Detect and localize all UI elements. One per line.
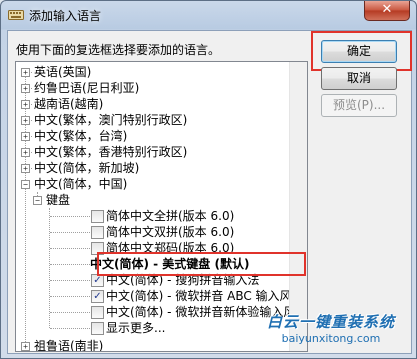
tree-item-language[interactable]: + 英语(英国) xyxy=(16,64,286,80)
expand-icon[interactable]: + xyxy=(21,100,30,109)
tree-item-language[interactable]: + 越南语(越南) xyxy=(16,96,286,112)
expand-icon[interactable]: + xyxy=(21,132,30,141)
expand-icon[interactable]: + xyxy=(21,342,30,351)
tree-item-language[interactable]: + 祖鲁语(南非) xyxy=(16,338,286,352)
checkmark-icon: ✓ xyxy=(93,275,102,286)
keyboard-app-icon xyxy=(8,10,24,20)
expand-icon[interactable]: + xyxy=(21,148,30,157)
dialog-client-area: 使用下面的复选框选择要添加的语言。 + 英语(英国) + 约鲁巴语(尼日利亚) + 越南语… xyxy=(7,30,412,354)
expand-icon[interactable]: + xyxy=(21,164,30,173)
keyboard-item[interactable]: 简体中文全拼(版本 6.0) xyxy=(16,208,291,224)
window-title: 添加输入语言 xyxy=(29,9,102,23)
show-more-checkbox[interactable] xyxy=(91,322,104,335)
tree-item-language[interactable]: + 中文(繁体，香港特别行政区) xyxy=(16,144,286,160)
language-label: 中文(简体，中国) xyxy=(34,177,128,191)
keyboard-checkbox[interactable] xyxy=(91,226,104,239)
vertical-scrollbar[interactable] xyxy=(289,62,307,351)
tree-guide-line xyxy=(50,296,90,297)
keyboard-label: 简体中文双拼(版本 6.0) xyxy=(106,225,235,239)
tree-item-language[interactable]: + 约鲁巴语(尼日利亚) xyxy=(16,80,286,96)
keyboard-item[interactable]: 简体中文双拼(版本 6.0) xyxy=(16,224,291,240)
tree-item-language[interactable]: + 中文(繁体，澳门特别行政区) xyxy=(16,112,286,128)
close-button[interactable]: ✕ xyxy=(364,1,410,21)
watermark-url: baiyunxitong.com xyxy=(281,332,381,345)
language-label: 祖鲁语(南非) xyxy=(34,339,104,352)
tree-guide-line xyxy=(50,248,90,249)
language-label: 英语(英国) xyxy=(34,65,92,79)
watermark-text: 白云一键重装系统 xyxy=(266,313,395,331)
ok-button[interactable]: 确定 xyxy=(321,40,397,63)
tree-item-language[interactable]: + 中文(简体，新加坡) xyxy=(16,160,286,176)
language-label: 越南语(越南) xyxy=(34,97,104,111)
cancel-button[interactable]: 取消 xyxy=(321,67,397,90)
language-label: 中文(繁体，香港特别行政区) xyxy=(34,145,188,159)
tree-guide-line xyxy=(50,312,90,313)
title-bar[interactable]: 添加输入语言 ✕ xyxy=(1,1,416,29)
tree-item-keyboard-group[interactable]: − 键盘 xyxy=(16,192,286,208)
language-label: 中文(繁体，澳门特别行政区) xyxy=(34,113,188,127)
checkmark-icon: ✓ xyxy=(93,291,102,302)
show-more-label: 显示更多... xyxy=(106,321,166,335)
keyboard-checkbox[interactable]: ✓ xyxy=(91,290,104,303)
tree-guide-line xyxy=(49,208,50,328)
tree-guide-line xyxy=(50,216,90,217)
language-label: 中文(繁体，台湾) xyxy=(34,129,128,143)
watermark: 白云一键重装系统 baiyunxitong.com xyxy=(251,311,411,357)
keyboard-item[interactable]: 中文(简体) - 微软拼音新体验输入风格 xyxy=(16,304,307,320)
preview-button: 预览(P)... xyxy=(321,94,397,117)
language-label: 约鲁巴语(尼日利亚) xyxy=(34,81,140,95)
keyboard-checkbox[interactable] xyxy=(91,306,104,319)
tree-guide-line xyxy=(50,232,90,233)
expand-icon[interactable]: + xyxy=(21,116,30,125)
keyboard-label: 简体中文全拼(版本 6.0) xyxy=(106,209,235,223)
highlight-box-selected-ime xyxy=(97,252,306,276)
dialog-window: 添加输入语言 ✕ 使用下面的复选框选择要添加的语言。 + 英语(英国) + 约鲁巴语(… xyxy=(0,0,417,359)
keyboard-item[interactable]: ✓ 中文(简体) - 微软拼音 ABC 输入风格 xyxy=(16,288,304,304)
tree-item-language-expanded[interactable]: − 中文(简体，中国) xyxy=(16,176,286,192)
tree-guide-line xyxy=(50,264,90,265)
language-tree[interactable]: + 英语(英国) + 约鲁巴语(尼日利亚) + 越南语(越南) + 中文(繁体，澳门特别行政区… xyxy=(15,61,308,352)
collapse-icon[interactable]: − xyxy=(33,196,42,205)
show-more-item[interactable]: 显示更多... xyxy=(16,320,286,336)
expand-icon[interactable]: + xyxy=(21,68,30,77)
keyboard-group-label: 键盘 xyxy=(46,193,71,207)
tree-item-language[interactable]: + 中文(繁体，台湾) xyxy=(16,128,286,144)
close-icon: ✕ xyxy=(381,2,393,17)
instruction-text: 使用下面的复选框选择要添加的语言。 xyxy=(16,43,221,57)
tree-guide-line xyxy=(50,328,90,329)
keyboard-checkbox[interactable] xyxy=(91,210,104,223)
keyboard-label: 中文(简体) - 微软拼音 ABC 输入风格 xyxy=(106,289,304,303)
expand-icon[interactable]: + xyxy=(21,84,30,93)
collapse-icon[interactable]: − xyxy=(21,180,30,189)
language-label: 中文(简体，新加坡) xyxy=(34,161,140,175)
tree-guide-line xyxy=(50,280,90,281)
